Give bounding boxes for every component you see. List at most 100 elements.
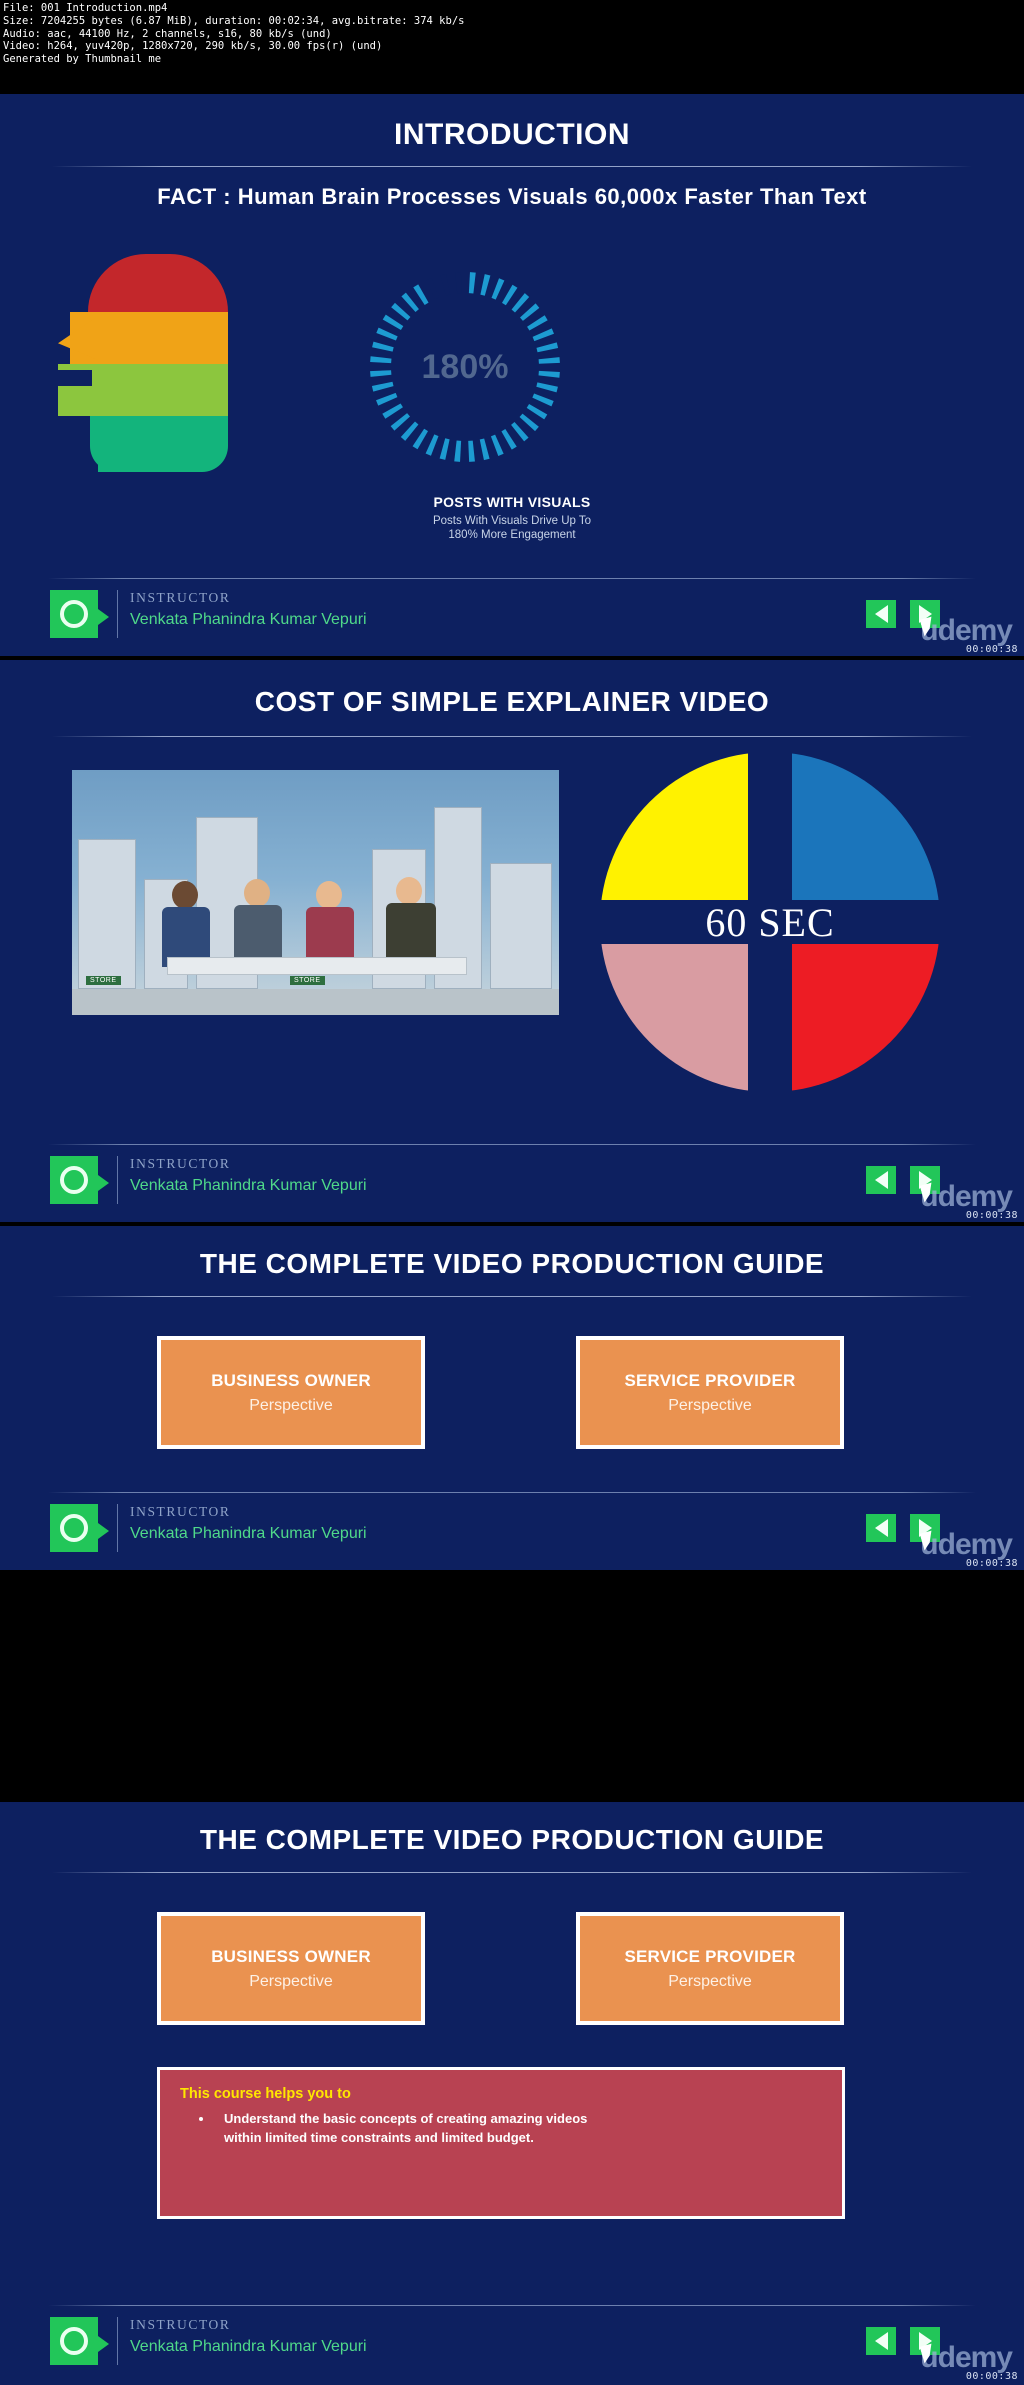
card-service-provider-title: SERVICE PROVIDER xyxy=(624,1370,796,1390)
slide-1-title-rule xyxy=(52,166,972,167)
previous-arrow-icon xyxy=(874,2332,888,2350)
card-service-provider[interactable]: SERVICE PROVIDER Perspective xyxy=(576,1912,844,2025)
previous-arrow-icon xyxy=(874,1519,888,1537)
callout-bullet-item: Understand the basic concepts of creatin… xyxy=(214,2109,822,2147)
donut-caption-title: POSTS WITH VISUALS xyxy=(433,494,591,510)
footer-divider xyxy=(117,2317,118,2365)
footer-rule xyxy=(48,1144,976,1145)
avatar xyxy=(50,590,109,638)
brain-head-illustration xyxy=(58,244,258,534)
previous-button[interactable] xyxy=(866,1514,896,1542)
card-business-owner-title: BUSINESS OWNER xyxy=(211,1946,371,1966)
card-service-provider-sub: Perspective xyxy=(668,1972,752,1990)
instructor-footer-3: INSTRUCTOR Venkata Phanindra Kumar Vepur… xyxy=(0,1492,1024,1570)
footer-divider xyxy=(117,1156,118,1204)
explainer-video-still: STORE STORE xyxy=(72,770,559,1015)
avatar xyxy=(50,2317,109,2365)
slide-3-title-rule xyxy=(52,1296,972,1297)
frame-timecode-2: 00:00:38 xyxy=(965,1210,1018,1221)
instructor-label: INSTRUCTOR xyxy=(130,590,231,605)
video-frame-1[interactable]: INTRODUCTION FACT : Human Brain Processe… xyxy=(0,92,1024,658)
video-frame-4[interactable]: THE COMPLETE VIDEO PRODUCTION GUIDE BUSI… xyxy=(0,1800,1024,2385)
donut-caption-sub-2: 180% More Engagement xyxy=(448,529,576,541)
card-business-owner-title: BUSINESS OWNER xyxy=(211,1370,371,1390)
donut-value-label: 180% xyxy=(421,347,509,386)
building xyxy=(490,863,552,989)
meta-line-video: Video: h264, yuv420p, 1280x720, 290 kb/s… xyxy=(3,40,383,53)
instructor-name: Venkata Phanindra Kumar Vepuri xyxy=(130,1525,367,1542)
slide-1-title: INTRODUCTION xyxy=(394,118,630,151)
footer-rule xyxy=(48,1492,976,1493)
footer-divider xyxy=(117,1504,118,1552)
card-business-owner[interactable]: BUSINESS OWNER Perspective xyxy=(157,1912,425,2025)
card-service-provider-sub: Perspective xyxy=(668,1396,752,1414)
instructor-footer-2: INSTRUCTOR Venkata Phanindra Kumar Vepur… xyxy=(0,1144,1024,1222)
card-business-owner-sub: Perspective xyxy=(249,1396,333,1414)
character-head xyxy=(172,881,198,909)
card-service-provider-title: SERVICE PROVIDER xyxy=(624,1946,796,1966)
instructor-avatar-icon xyxy=(60,1166,88,1194)
slide-introduction: INTRODUCTION FACT : Human Brain Processe… xyxy=(0,94,1024,656)
pie-center-label: 60 SEC xyxy=(705,899,835,945)
conference-desk xyxy=(167,957,467,975)
instructor-name: Venkata Phanindra Kumar Vepuri xyxy=(130,611,367,628)
callout-bullet-list: Understand the basic concepts of creatin… xyxy=(214,2109,822,2147)
head-mouth-gap xyxy=(58,370,92,386)
footer-rule xyxy=(48,578,976,579)
avatar xyxy=(50,1156,109,1204)
previous-button[interactable] xyxy=(866,600,896,628)
slide-production-guide-detail: THE COMPLETE VIDEO PRODUCTION GUIDE BUSI… xyxy=(0,1802,1024,2385)
meta-line-generator: Generated by Thumbnail me xyxy=(3,53,162,66)
previous-arrow-icon xyxy=(874,605,888,623)
character-head xyxy=(396,877,422,905)
course-callout-box: This course helps you to Understand the … xyxy=(157,2067,845,2219)
previous-button[interactable] xyxy=(866,1166,896,1194)
frame-timecode-3: 00:00:38 xyxy=(965,1558,1018,1569)
slide-4-title-rule xyxy=(52,1872,972,1873)
video-frame-2[interactable]: COST OF SIMPLE EXPLAINER VIDEO STORE STO… xyxy=(0,658,1024,1224)
slide-1-fact: FACT : Human Brain Processes Visuals 60,… xyxy=(157,184,867,209)
store-sign: STORE xyxy=(290,976,325,985)
store-sign: STORE xyxy=(86,976,121,985)
footer-divider xyxy=(117,590,118,638)
street-strip xyxy=(72,989,559,1015)
instructor-name: Venkata Phanindra Kumar Vepuri xyxy=(130,2338,367,2355)
donut-caption-sub-1: Posts With Visuals Drive Up To xyxy=(432,515,592,527)
previous-button[interactable] xyxy=(866,2327,896,2355)
instructor-label: INSTRUCTOR xyxy=(130,1156,231,1171)
slide-cost-explainer: COST OF SIMPLE EXPLAINER VIDEO STORE STO… xyxy=(0,660,1024,1222)
card-business-owner[interactable]: BUSINESS OWNER Perspective xyxy=(157,1336,425,1449)
instructor-name: Venkata Phanindra Kumar Vepuri xyxy=(130,1177,367,1194)
cost-pie-chart: 60 SEC xyxy=(600,752,940,1092)
slide-2-title: COST OF SIMPLE EXPLAINER VIDEO xyxy=(254,686,770,717)
head-band-red xyxy=(88,254,228,312)
instructor-avatar-icon xyxy=(60,1514,88,1542)
frame-timecode-4: 00:00:38 xyxy=(965,2371,1018,2382)
slide-4-title: THE COMPLETE VIDEO PRODUCTION GUIDE xyxy=(199,1824,825,1855)
video-frame-3[interactable]: THE COMPLETE VIDEO PRODUCTION GUIDE BUSI… xyxy=(0,1224,1024,1572)
slide-2-title-rule xyxy=(52,736,972,737)
character-head xyxy=(316,881,342,909)
card-service-provider[interactable]: SERVICE PROVIDER Perspective xyxy=(576,1336,844,1449)
card-business-owner-sub: Perspective xyxy=(249,1972,333,1990)
instructor-footer-4: INSTRUCTOR Venkata Phanindra Kumar Vepur… xyxy=(0,2305,1024,2385)
video-metadata-header: File: 001 Introduction.mp4 Size: 7204255… xyxy=(0,0,1024,88)
character-head xyxy=(244,879,270,907)
meta-line-size: Size: 7204255 bytes (6.87 MiB), duration… xyxy=(3,14,465,27)
engagement-donut-chart: 180% xyxy=(360,262,570,472)
instructor-avatar-icon xyxy=(60,2327,88,2355)
meta-line-file: File: 001 Introduction.mp4 xyxy=(3,2,168,14)
slide-3-title: THE COMPLETE VIDEO PRODUCTION GUIDE xyxy=(199,1248,825,1279)
instructor-label: INSTRUCTOR xyxy=(130,2317,231,2332)
instructor-footer-1: INSTRUCTOR Venkata Phanindra Kumar Vepur… xyxy=(0,578,1024,656)
instructor-avatar-icon xyxy=(60,600,88,628)
callout-title: This course helps you to xyxy=(180,2086,351,2102)
previous-arrow-icon xyxy=(874,1171,888,1189)
footer-rule xyxy=(48,2305,976,2306)
building xyxy=(78,839,136,989)
instructor-label: INSTRUCTOR xyxy=(130,1504,231,1519)
callout-bullet-line-1: Understand the basic concepts of creatin… xyxy=(224,2111,588,2126)
thumbnail-sheet: File: 001 Introduction.mp4 Size: 7204255… xyxy=(0,0,1024,2385)
callout-bullet-line-2: within limited time constraints and limi… xyxy=(224,2130,534,2145)
meta-line-audio: Audio: aac, 44100 Hz, 2 channels, s16, 8… xyxy=(3,27,332,40)
